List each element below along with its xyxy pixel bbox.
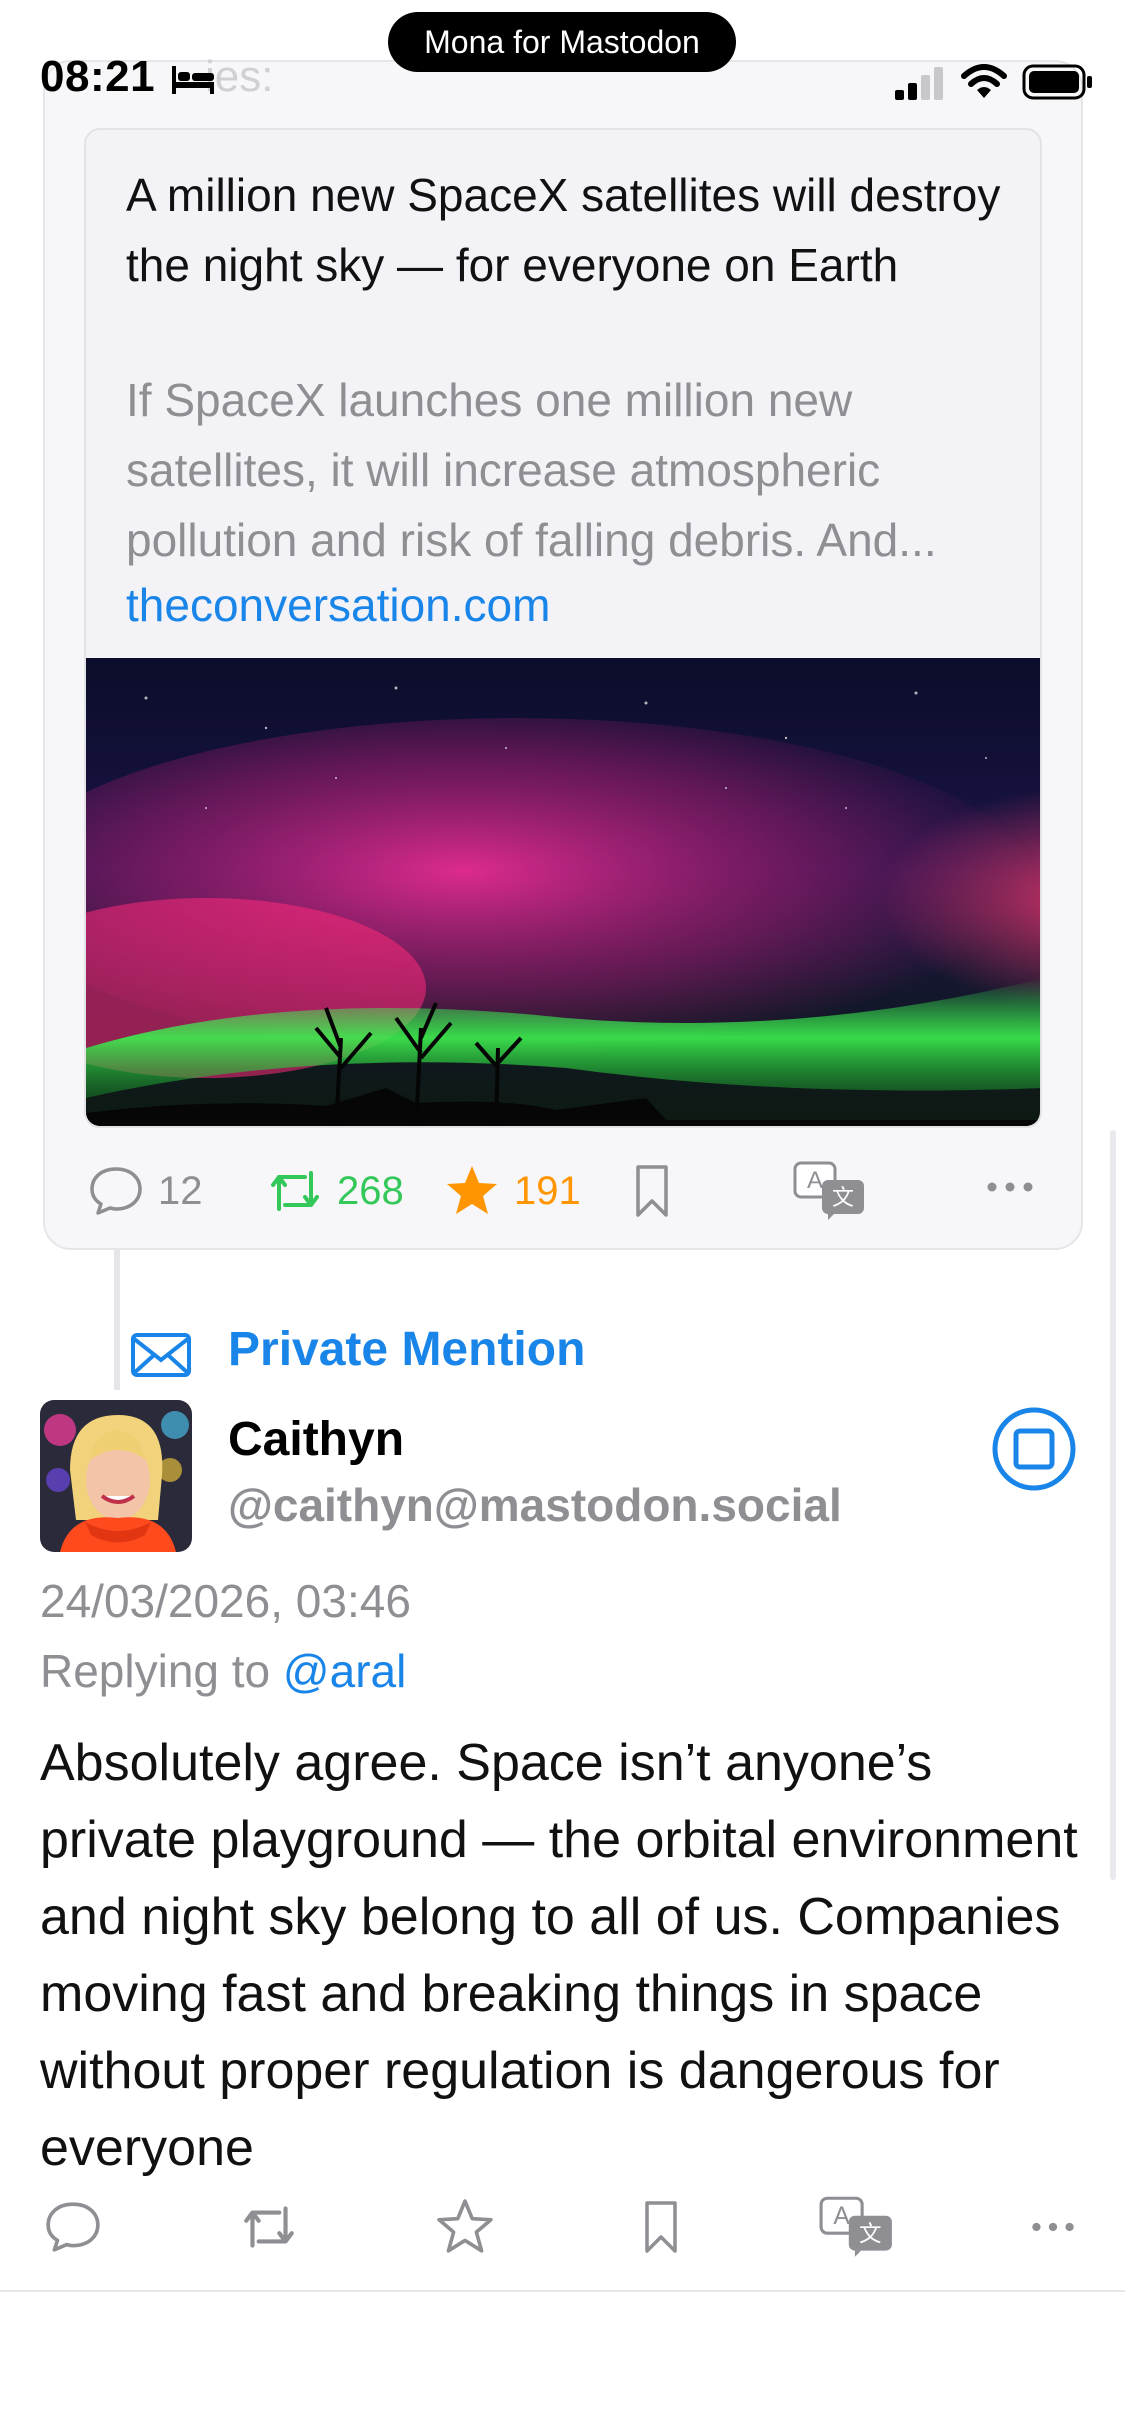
svg-text:文: 文 (832, 1186, 854, 1211)
replying-to-mention[interactable]: @aral (283, 1645, 406, 1697)
status-time: 08:21 (40, 52, 156, 101)
bookmark-button[interactable] (643, 2198, 679, 2256)
boost-icon (244, 2206, 294, 2248)
envelope-icon (131, 1333, 191, 1377)
svg-text:A: A (807, 1167, 823, 1194)
boost-icon (271, 1171, 319, 1211)
bookmark-button[interactable] (634, 1163, 670, 1219)
post-body-text: Absolutely agree. Space isn’t anyone’s p… (40, 1734, 1078, 2177)
private-mention-label: Private Mention (228, 1323, 586, 1376)
post-divider (0, 2290, 1125, 2292)
boost-button[interactable] (238, 2200, 300, 2254)
reply-icon (46, 2202, 100, 2252)
bed-icon (172, 66, 214, 94)
app-indicator-pill[interactable]: Mona for Mastodon (388, 12, 736, 72)
replying-to-line: Replying to @aral (40, 1644, 406, 1698)
translate-icon: A 文 (793, 1161, 864, 1220)
boost-button[interactable]: 268 (265, 1165, 404, 1217)
link-preview-title: A million new SpaceX satellites will des… (126, 169, 1001, 291)
link-preview-card[interactable]: A million new SpaceX satellites will des… (84, 128, 1042, 1128)
favourite-button[interactable]: 191 (444, 1163, 581, 1219)
avatar[interactable] (40, 1400, 192, 1552)
battery-icon (1022, 64, 1092, 100)
wifi-icon (961, 64, 1007, 98)
reply-button[interactable] (44, 2200, 102, 2254)
reply-button[interactable]: 12 (88, 1165, 203, 1217)
boost-count: 268 (337, 1168, 404, 1213)
scrollbar[interactable] (1110, 1130, 1116, 1880)
star-icon (437, 2199, 493, 2253)
svg-text:A: A (833, 2203, 850, 2230)
favourite-button[interactable] (436, 2198, 494, 2256)
favourite-count: 191 (514, 1168, 581, 1213)
more-button[interactable] (1030, 2220, 1076, 2234)
more-icon (987, 1182, 1033, 1192)
translate-button[interactable]: A 文 (818, 2195, 896, 2259)
bookmark-icon (636, 1165, 668, 1217)
reply-count: 12 (158, 1168, 203, 1213)
bookmark-icon (645, 2201, 677, 2253)
more-icon (1032, 2222, 1074, 2232)
thread-connector-line (114, 1250, 120, 1390)
more-button[interactable] (985, 1180, 1035, 1194)
author-display-name[interactable]: Caithyn (228, 1412, 404, 1467)
reply-icon (90, 1167, 142, 1215)
star-icon (447, 1166, 497, 1214)
translate-button[interactable]: A 文 (792, 1160, 868, 1222)
svg-text:文: 文 (859, 2221, 882, 2247)
link-preview-domain[interactable]: theconversation.com (126, 570, 550, 640)
replying-to-prefix: Replying to (40, 1645, 283, 1697)
link-preview-image (86, 658, 1040, 1126)
status-bar: ies: 08:21 Mona for Mastodon (0, 0, 1125, 150)
signal-icon (895, 67, 943, 100)
post-timestamp[interactable]: 24/03/2026, 03:46 (40, 1574, 411, 1628)
author-handle[interactable]: @caithyn@mastodon.social (228, 1478, 842, 1532)
link-preview-description: If SpaceX launches one million new satel… (126, 374, 937, 566)
visibility-icon[interactable] (990, 1405, 1078, 1493)
translate-icon: A 文 (819, 2196, 892, 2257)
